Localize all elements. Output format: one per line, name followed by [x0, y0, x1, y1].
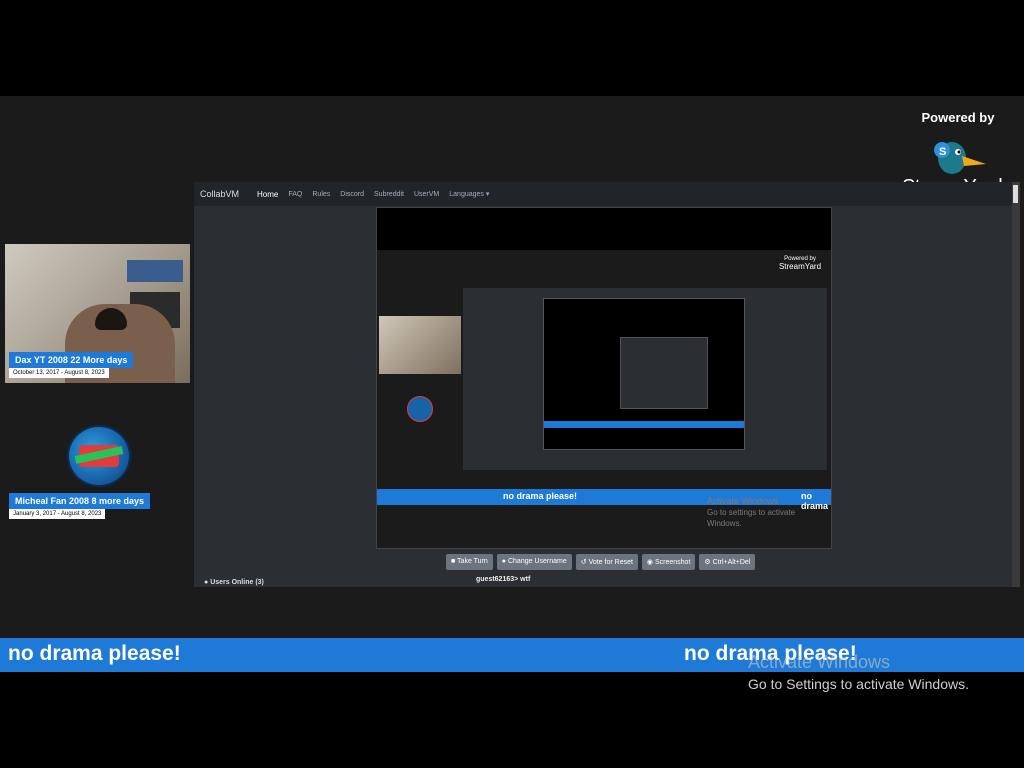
page-scrollbar[interactable] — [1012, 182, 1020, 587]
vm-mini-avatar — [407, 396, 433, 422]
vm-ticker-text: no drama please! — [503, 491, 578, 501]
nav-home[interactable]: Home — [257, 190, 278, 199]
vm-mini-camera — [379, 316, 461, 374]
participant-1-name: Dax YT 2008 22 More days — [9, 352, 134, 368]
vm-display[interactable]: Powered by StreamYard no drama please! n… — [376, 207, 832, 549]
screenshot-button[interactable]: ◉ Screenshot — [641, 554, 696, 570]
change-username-label: Change Username — [507, 558, 567, 565]
take-turn-button[interactable]: ■ Take Turn — [446, 554, 493, 570]
users-online-label: Users Online (3) — [210, 579, 264, 586]
ticker-text-left: no drama please! — [8, 642, 181, 665]
vm-controls: ■ Take Turn ● Change Username ↺ Vote for… — [446, 554, 756, 570]
activate-windows-title: Activate Windows — [748, 652, 891, 672]
vote-reset-button[interactable]: ↺ Vote for Reset — [575, 554, 638, 570]
users-online-header[interactable]: ● Users Online (3) — [204, 579, 264, 586]
streamyard-duck-icon: S — [934, 142, 986, 174]
participant-2-name: Micheal Fan 2008 8 more days — [9, 493, 151, 509]
wall-poster — [127, 260, 183, 282]
powered-by-label: Powered by — [921, 110, 995, 125]
ctrl-alt-del-label: Ctrl+Alt+Del — [712, 559, 751, 566]
nav-uservm[interactable]: UserVM — [414, 191, 439, 198]
vm-nested-inner — [620, 337, 708, 409]
participant-2-avatar — [67, 425, 131, 487]
vm-nested-display — [543, 298, 745, 450]
vm-activate-windows: Activate Windows Go to settings to activ… — [707, 496, 831, 529]
ctrl-alt-del-button[interactable]: ⚙ Ctrl+Alt+Del — [699, 554, 756, 570]
svg-text:S: S — [939, 146, 946, 158]
vm-streamyard-name: StreamYard — [778, 262, 822, 271]
screenshot-label: Screenshot — [654, 559, 691, 566]
scrollbar-thumb[interactable] — [1013, 185, 1018, 203]
nav-languages[interactable]: Languages ▾ — [449, 190, 489, 198]
navbar: CollabVM Home FAQ Rules Discord Subreddi… — [194, 182, 1020, 206]
vm-streamyard-branding: Powered by StreamYard — [775, 256, 825, 271]
take-turn-label: Take Turn — [457, 558, 488, 565]
navbar-brand[interactable]: CollabVM — [200, 189, 239, 199]
nav-faq[interactable]: FAQ — [288, 191, 302, 198]
activate-windows-subtitle: Go to Settings to activate Windows. — [748, 676, 969, 692]
vm-activate-sub: Go to settings to activate Windows. — [707, 508, 796, 528]
nav-rules[interactable]: Rules — [312, 191, 330, 198]
chat-message: guest62163> wtf — [476, 576, 531, 583]
vm-nested-ticker — [544, 421, 744, 428]
vm-activate-title: Activate Windows — [707, 496, 779, 506]
nav-subreddit[interactable]: Subreddit — [374, 191, 404, 198]
vm-nested-browser — [463, 288, 827, 470]
change-username-button[interactable]: ● Change Username — [496, 554, 572, 570]
collabvm-window: CollabVM Home FAQ Rules Discord Subreddi… — [194, 182, 1020, 587]
participant-2-dates: January 3, 2017 - August 8, 2023 — [9, 509, 106, 519]
participant-1-dates: October 13, 2017 - August 8, 2023 — [9, 368, 109, 378]
nav-discord[interactable]: Discord — [340, 191, 364, 198]
vote-reset-label: Vote for Reset — [588, 559, 633, 566]
